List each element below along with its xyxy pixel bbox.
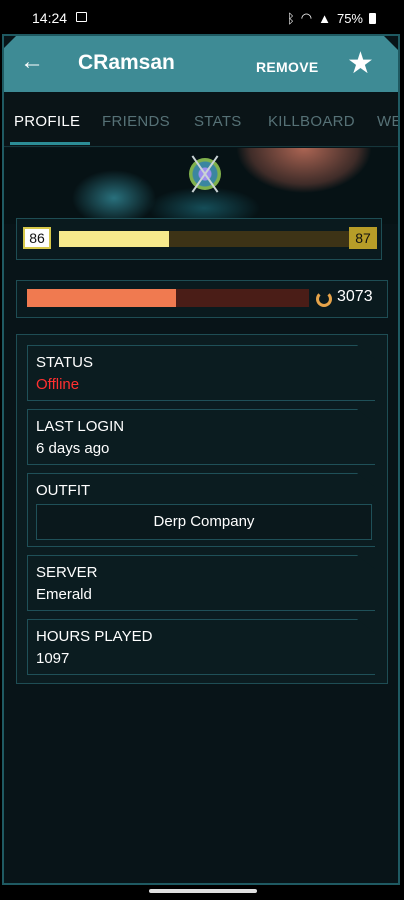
outfit-label: OUTFIT	[36, 482, 91, 499]
certs-progress-track	[27, 289, 309, 307]
hours-played-label: HOURS PLAYED	[36, 628, 153, 645]
tab-profile[interactable]: PROFILE	[14, 113, 80, 130]
app-header: ← CRamsan REMOVE ★	[4, 36, 398, 92]
battery-level: 75%	[336, 10, 363, 26]
current-rank-badge: 86	[23, 227, 51, 249]
clock: 14:24	[32, 10, 68, 26]
certs-progress-fill	[27, 289, 177, 307]
status-bar: 14:24 ᛒ ◠ ▲ 75%	[0, 0, 404, 34]
rank-progress-track	[59, 231, 349, 247]
tab-stats[interactable]: STATS	[194, 113, 242, 130]
status-card: STATUS Offline	[27, 345, 375, 401]
last-login-value: 6 days ago	[36, 440, 110, 457]
server-label: SERVER	[36, 564, 98, 581]
active-tab-indicator	[10, 142, 90, 145]
status-icons: ᛒ ◠ ▲ 75%	[287, 10, 376, 26]
last-login-card: LAST LOGIN 6 days ago	[27, 409, 375, 465]
status-value: Offline	[36, 376, 80, 393]
remove-button[interactable]: REMOVE	[256, 59, 318, 75]
bluetooth-icon: ᛒ	[286, 10, 295, 26]
certs-progress: 3073	[16, 280, 388, 318]
outfit-card: OUTFIT Derp Company	[27, 473, 375, 547]
profile-info-panel: STATUS Offline LAST LOGIN 6 days ago OUT…	[16, 334, 388, 684]
outfit-button[interactable]: Derp Company	[36, 504, 372, 540]
wifi-icon: ◠	[300, 10, 313, 25]
status-label: STATUS	[36, 354, 93, 371]
tab-friends[interactable]: FRIENDS	[102, 113, 170, 130]
tab-killboard[interactable]: KILLBOARD	[268, 113, 355, 130]
server-value: Emerald	[36, 586, 92, 603]
rank-progress: 86 87	[16, 218, 382, 260]
rank-progress-fill	[59, 231, 170, 247]
profile-banner	[4, 148, 398, 224]
signal-icon: ▲	[318, 10, 331, 26]
faction-emblem-icon	[189, 158, 221, 190]
gallery-icon	[76, 12, 87, 22]
next-rank-badge: 87	[349, 227, 377, 249]
server-card: SERVER Emerald	[27, 555, 375, 611]
hours-played-value: 1097	[36, 650, 70, 667]
home-gesture-bar[interactable]	[149, 889, 257, 893]
back-arrow-icon[interactable]: ←	[20, 48, 44, 76]
tab-bar: PROFILE FRIENDS STATS KILLBOARD WE	[4, 94, 398, 147]
last-login-label: LAST LOGIN	[36, 418, 125, 435]
certs-value: 3073	[337, 288, 373, 305]
battery-icon	[369, 12, 376, 24]
cert-icon	[316, 291, 332, 307]
hours-played-card: HOURS PLAYED 1097	[27, 619, 375, 675]
star-icon[interactable]: ★	[347, 46, 374, 81]
page-title: CRamsan	[78, 51, 175, 74]
tab-weapons[interactable]: WE	[377, 113, 398, 130]
